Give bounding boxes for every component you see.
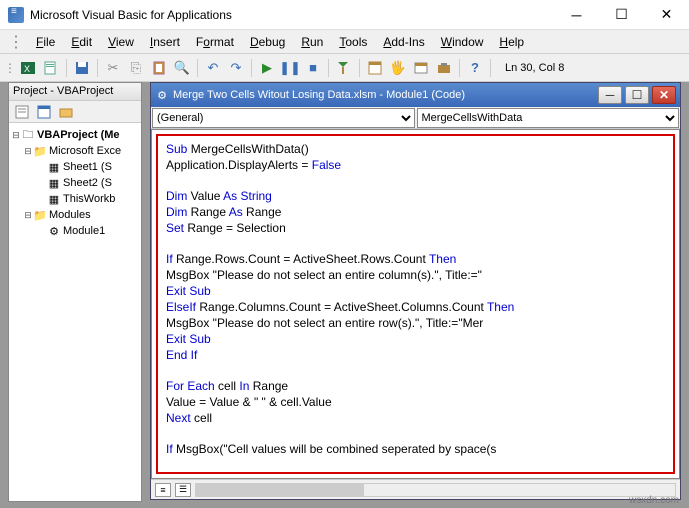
folder-icon: 📁	[33, 144, 47, 158]
window-maximize-button[interactable]: ☐	[599, 0, 644, 30]
view-excel-icon[interactable]: X	[17, 57, 39, 79]
save-icon[interactable]	[71, 57, 93, 79]
code-editor[interactable]: Sub MergeCellsWithData() Application.Dis…	[151, 129, 680, 479]
help-icon[interactable]: ?	[464, 57, 486, 79]
menu-view[interactable]: View	[100, 31, 142, 53]
menu-addins[interactable]: Add-Ins	[375, 31, 432, 53]
run-icon[interactable]: ▶	[256, 57, 278, 79]
toggle-folders-icon[interactable]	[57, 103, 75, 121]
view-code-icon[interactable]	[13, 103, 31, 121]
codewin-maximize-button[interactable]: ☐	[625, 86, 649, 104]
codewin-minimize-button[interactable]: ─	[598, 86, 622, 104]
procedure-view-icon[interactable]: ≡	[155, 483, 171, 497]
mdi-area: Project - VBAProject ⊟🗀VBAProject (Me ⊟📁…	[0, 82, 689, 508]
vb-icon	[8, 7, 24, 23]
project-explorer-panel: Project - VBAProject ⊟🗀VBAProject (Me ⊟📁…	[8, 82, 142, 502]
folder-icon: 📁	[33, 208, 47, 222]
toolbox-icon[interactable]	[433, 57, 455, 79]
toolbar-grip-icon: ⋮	[4, 61, 16, 75]
procedure-dropdown[interactable]: MergeCellsWithData	[417, 108, 680, 128]
code-text[interactable]: Sub MergeCellsWithData() Application.Dis…	[166, 142, 665, 458]
break-icon[interactable]: ❚❚	[279, 57, 301, 79]
project-explorer-icon[interactable]	[364, 57, 386, 79]
project-explorer-toolbar	[9, 101, 141, 123]
object-browser-icon[interactable]	[410, 57, 432, 79]
tree-sheet2[interactable]: ▦Sheet2 (S	[11, 175, 139, 191]
design-mode-icon[interactable]	[333, 57, 355, 79]
tree-thisworkbook[interactable]: ▦ThisWorkb	[11, 191, 139, 207]
menu-debug[interactable]: Debug	[242, 31, 293, 53]
module-icon: ⚙	[155, 88, 169, 102]
code-window: ⚙ Merge Two Cells Witout Losing Data.xls…	[150, 82, 681, 500]
properties-icon[interactable]: 🖐	[387, 57, 409, 79]
watermark: wsxdn.com	[629, 495, 679, 506]
window-title: Microsoft Visual Basic for Applications	[30, 8, 554, 22]
menu-window[interactable]: Window	[433, 31, 492, 53]
menu-insert[interactable]: Insert	[142, 31, 188, 53]
menu-file[interactable]: File	[28, 31, 63, 53]
menu-format[interactable]: Format	[188, 31, 242, 53]
copy-icon[interactable]: ⎘	[125, 57, 147, 79]
sheet-icon: ▦	[47, 160, 61, 174]
module-icon: ⚙	[47, 224, 61, 238]
reset-icon[interactable]: ■	[302, 57, 324, 79]
redo-icon[interactable]: ↷	[225, 57, 247, 79]
window-minimize-button[interactable]: ─	[554, 0, 599, 30]
svg-text:X: X	[24, 64, 30, 74]
project-icon: 🗀	[21, 128, 35, 142]
tree-module1[interactable]: ⚙Module1	[11, 223, 139, 239]
menu-edit[interactable]: Edit	[63, 31, 100, 53]
cut-icon[interactable]: ✂	[102, 57, 124, 79]
menubar: ⋮ File Edit View Insert Format Debug Run…	[0, 30, 689, 54]
tree-root[interactable]: ⊟🗀VBAProject (Me	[11, 127, 139, 143]
code-window-title: Merge Two Cells Witout Losing Data.xlsm …	[173, 89, 465, 101]
menubar-grip-icon: ⋮	[8, 32, 24, 52]
view-object-icon[interactable]	[35, 103, 53, 121]
toolbar: ⋮ X ✂ ⎘ 🔍 ↶ ↷ ▶ ❚❚ ■ 🖐 ? Ln 30, Col 8	[0, 54, 689, 82]
project-explorer-title: Project - VBAProject	[9, 83, 141, 101]
window-titlebar: Microsoft Visual Basic for Applications …	[0, 0, 689, 30]
tree-modules[interactable]: ⊟📁Modules	[11, 207, 139, 223]
insert-dropdown-icon[interactable]	[40, 57, 62, 79]
paste-icon[interactable]	[148, 57, 170, 79]
tree-ms-excel[interactable]: ⊟📁Microsoft Exce	[11, 143, 139, 159]
tree-sheet1[interactable]: ▦Sheet1 (S	[11, 159, 139, 175]
codewin-close-button[interactable]: ✕	[652, 86, 676, 104]
undo-icon[interactable]: ↶	[202, 57, 224, 79]
find-icon[interactable]: 🔍	[171, 57, 193, 79]
code-window-footer: ≡ ☰	[151, 479, 680, 499]
code-window-titlebar[interactable]: ⚙ Merge Two Cells Witout Losing Data.xls…	[151, 83, 680, 107]
menu-help[interactable]: Help	[491, 31, 532, 53]
menu-run[interactable]: Run	[293, 31, 331, 53]
horizontal-scrollbar[interactable]	[195, 483, 676, 497]
cursor-position: Ln 30, Col 8	[505, 62, 564, 74]
sheet-icon: ▦	[47, 176, 61, 190]
window-close-button[interactable]: ✕	[644, 0, 689, 30]
sheet-icon: ▦	[47, 192, 61, 206]
full-module-view-icon[interactable]: ☰	[175, 483, 191, 497]
object-dropdown[interactable]: (General)	[152, 108, 415, 128]
menu-tools[interactable]: Tools	[331, 31, 375, 53]
project-tree[interactable]: ⊟🗀VBAProject (Me ⊟📁Microsoft Exce ▦Sheet…	[9, 123, 141, 243]
